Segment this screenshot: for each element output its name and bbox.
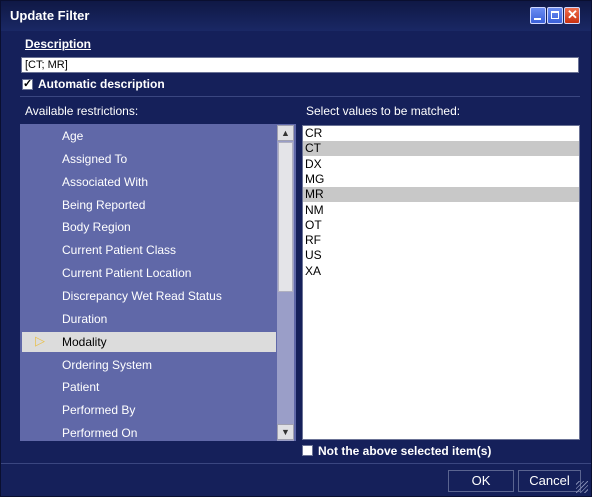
restriction-label: Current Patient Class bbox=[62, 243, 177, 258]
value-label: MR bbox=[305, 187, 324, 202]
value-label: MG bbox=[305, 171, 325, 186]
restriction-label: Ordering System bbox=[62, 357, 153, 372]
restriction-label: Duration bbox=[62, 311, 108, 326]
restriction-item[interactable]: Age bbox=[22, 126, 276, 146]
value-item[interactable]: CT bbox=[303, 141, 579, 157]
value-item[interactable]: CR bbox=[303, 126, 579, 141]
resize-grip-icon[interactable] bbox=[576, 481, 588, 493]
value-item[interactable]: US bbox=[303, 248, 579, 263]
available-restrictions-label: Available restrictions: bbox=[25, 104, 139, 118]
maximize-button[interactable] bbox=[547, 7, 563, 24]
restriction-item[interactable]: Associated With bbox=[22, 172, 276, 192]
restriction-label: Performed On bbox=[62, 426, 138, 441]
value-label: CT bbox=[305, 141, 321, 156]
restriction-item[interactable]: Performed By bbox=[22, 400, 276, 420]
value-label: OT bbox=[305, 217, 322, 232]
maximize-icon bbox=[551, 11, 559, 19]
current-row-arrow-icon: ▷ bbox=[35, 332, 45, 348]
negate-checkbox[interactable] bbox=[302, 445, 313, 456]
value-label: XA bbox=[305, 263, 322, 278]
scroll-up-arrow-icon[interactable]: ▲ bbox=[277, 125, 294, 141]
restriction-item[interactable]: Ordering System bbox=[22, 355, 276, 375]
restriction-item[interactable]: Duration bbox=[22, 309, 276, 329]
restriction-item[interactable]: Discrepancy Wet Read Status bbox=[22, 286, 276, 306]
restriction-label: Body Region bbox=[62, 220, 131, 235]
minimize-icon bbox=[534, 18, 541, 20]
value-item[interactable]: MR bbox=[303, 187, 579, 203]
description-field[interactable]: [CT; MR] bbox=[21, 57, 579, 73]
restriction-item[interactable]: Body Region bbox=[22, 217, 276, 237]
value-item[interactable]: OT bbox=[303, 218, 579, 233]
restriction-label: Discrepancy Wet Read Status bbox=[62, 288, 222, 303]
minimize-button[interactable] bbox=[530, 7, 546, 24]
automatic-description-label: Automatic description bbox=[38, 77, 165, 91]
automatic-description-checkbox[interactable]: ✓ bbox=[22, 78, 33, 90]
update-filter-dialog: Update Filter ✕ Description [CT; MR] ✓ A… bbox=[0, 0, 592, 497]
window-title: Update Filter bbox=[10, 8, 90, 23]
negate-label: Not the above selected item(s) bbox=[318, 444, 492, 458]
description-label: Description bbox=[25, 37, 92, 51]
restriction-item[interactable]: Being Reported bbox=[22, 195, 276, 215]
scroll-down-arrow-icon[interactable]: ▼ bbox=[277, 424, 294, 440]
value-item[interactable]: NM bbox=[303, 203, 579, 218]
values-list[interactable]: CR CT DX MG MR NM OT RF US XA bbox=[302, 125, 580, 440]
restriction-label: Modality bbox=[62, 334, 107, 349]
select-values-label: Select values to be matched: bbox=[306, 104, 461, 118]
value-item[interactable]: RF bbox=[303, 233, 579, 248]
restriction-item[interactable]: Patient bbox=[22, 377, 276, 397]
close-icon: ✕ bbox=[567, 7, 578, 22]
value-label: CR bbox=[305, 126, 323, 140]
restriction-label: Age bbox=[62, 129, 84, 143]
restrictions-scrollbar[interactable]: ▲ ▼ bbox=[277, 125, 294, 441]
scrollbar-thumb[interactable] bbox=[278, 142, 293, 292]
restriction-label: Being Reported bbox=[62, 197, 146, 212]
value-label: NM bbox=[305, 202, 324, 217]
value-item[interactable]: MG bbox=[303, 172, 579, 187]
divider bbox=[1, 463, 591, 464]
value-label: US bbox=[305, 248, 322, 263]
value-item[interactable]: XA bbox=[303, 264, 579, 279]
restriction-item[interactable]: Performed On bbox=[22, 423, 276, 441]
title-bar[interactable]: Update Filter ✕ bbox=[1, 1, 591, 31]
restriction-label: Performed By bbox=[62, 403, 136, 418]
close-button[interactable]: ✕ bbox=[564, 7, 580, 24]
cancel-button[interactable]: Cancel bbox=[518, 470, 581, 492]
value-label: RF bbox=[305, 233, 321, 248]
divider bbox=[20, 96, 580, 97]
restriction-item[interactable]: ▷ Modality bbox=[22, 331, 276, 352]
restriction-label: Current Patient Location bbox=[62, 266, 192, 281]
restriction-item[interactable]: Assigned To bbox=[22, 149, 276, 169]
ok-button[interactable]: OK bbox=[448, 470, 514, 492]
restrictions-list[interactable]: Age Assigned To Associated With Being Repor… bbox=[20, 124, 296, 441]
restriction-item[interactable]: Current Patient Location bbox=[22, 263, 276, 283]
restriction-label: Assigned To bbox=[62, 151, 128, 166]
restriction-label: Associated With bbox=[62, 174, 149, 189]
value-label: DX bbox=[305, 156, 322, 171]
value-item[interactable]: DX bbox=[303, 157, 579, 172]
checkmark-icon: ✓ bbox=[23, 78, 33, 90]
restriction-item[interactable]: Current Patient Class bbox=[22, 240, 276, 260]
restriction-label: Patient bbox=[62, 380, 100, 395]
